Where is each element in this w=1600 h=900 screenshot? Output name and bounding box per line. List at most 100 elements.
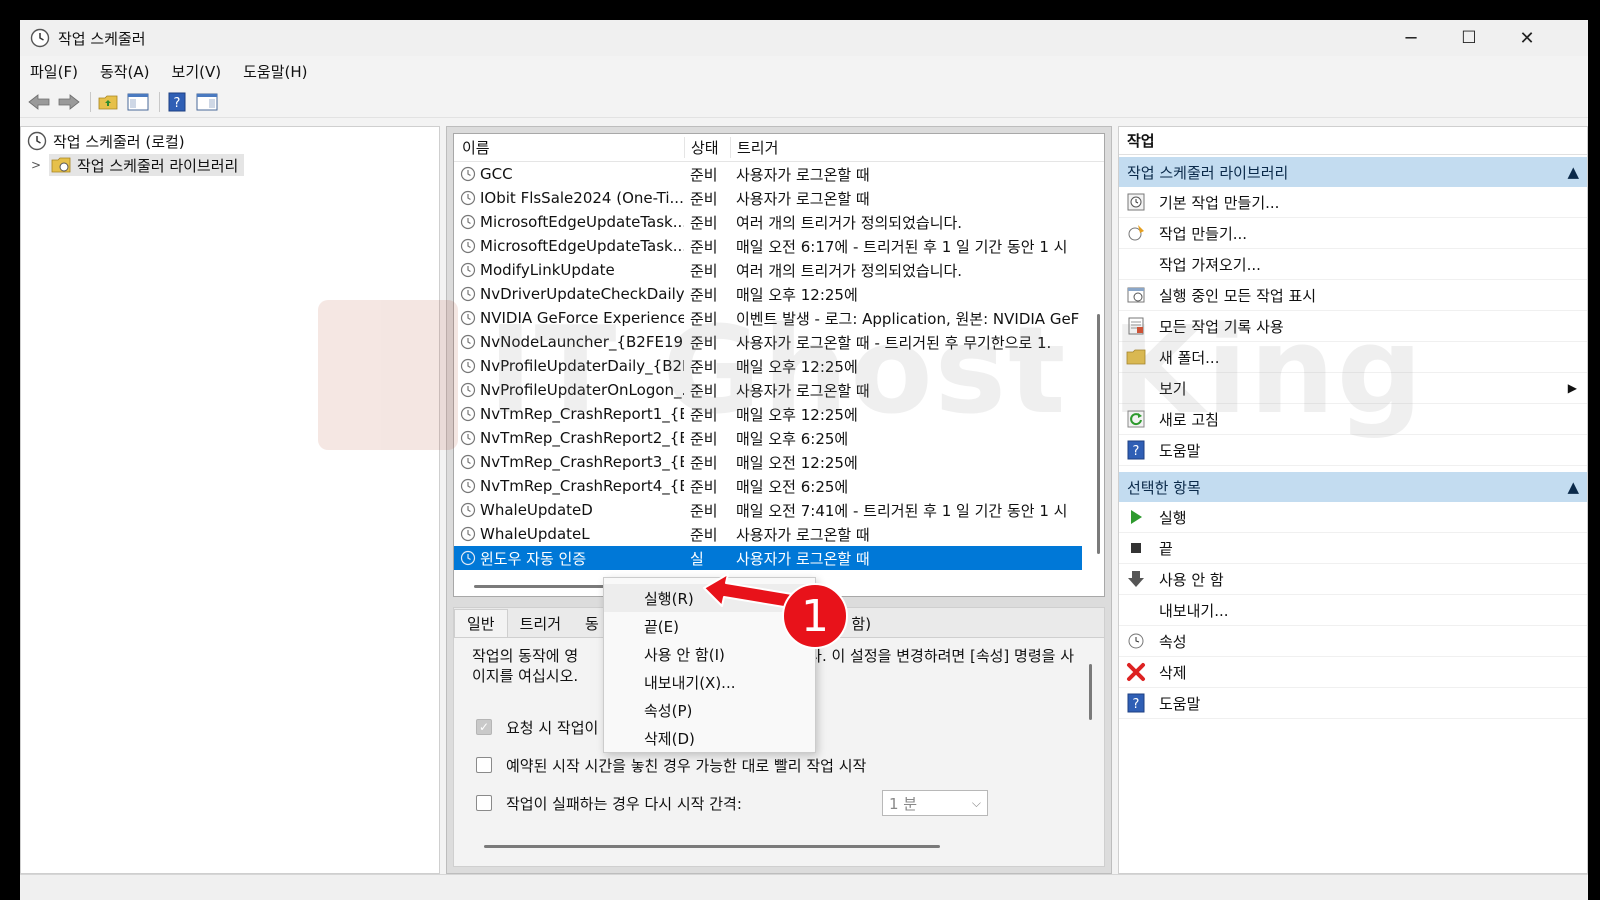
column-header-trigger[interactable]: 트리거 [730,137,1104,158]
setting-restart-on-failure-label: 작업이 실패하는 경우 다시 시작 간격: [506,794,742,813]
action-help-library[interactable]: ? 도움말 [1119,435,1587,466]
minimize-button[interactable]: ─ [1382,20,1440,56]
setting-start-asap[interactable]: 예약된 시작 시간을 놓친 경우 가능한 대로 빨리 작업 시작 [454,752,866,778]
table-row[interactable]: NVIDIA GeForce Experience... 준비 이벤트 발생 - 로… [454,306,1104,330]
section-selected-header[interactable]: 선택한 항목 ▲ [1119,472,1587,502]
cell-name: WhaleUpdateD [454,501,684,519]
column-header-state[interactable]: 상태 [684,137,730,158]
clock-icon [460,358,476,374]
table-row[interactable]: WhaleUpdateD 준비 매일 오전 7:41에 - 트리거된 후 1 일 기… [454,498,1104,522]
checkbox-run-on-demand[interactable]: ✓ [476,719,492,735]
checkbox-start-asap[interactable] [476,757,492,773]
context-menu-delete[interactable]: 삭제(D) [604,724,815,752]
table-row[interactable]: NvProfileUpdaterDaily_{B2F... 준비 매일 오후 12:… [454,354,1104,378]
section-library-title: 작업 스케줄러 라이브러리 [1127,163,1289,182]
table-row[interactable]: ModifyLinkUpdate 준비 여러 개의 트리거가 정의되었습니다. [454,258,1104,282]
action-import-task[interactable]: 작업 가져오기... [1119,249,1587,280]
action-properties[interactable]: 속성 [1119,626,1587,657]
console-tree-icon [127,93,149,110]
toolbar: ? [20,86,1588,118]
basic-task-icon [1125,191,1147,213]
clock-icon [460,406,476,422]
tree-item-root[interactable]: 작업 스케줄러 (로컬) [21,129,439,153]
action-export[interactable]: 내보내기... [1119,595,1587,626]
collapse-up-icon[interactable]: ▲ [1567,478,1579,496]
clock-icon [460,334,476,350]
table-row[interactable]: GCC 준비 사용자가 로그온할 때 [454,162,1104,186]
table-row[interactable]: NvProfileUpdaterOnLogon_... 준비 사용자가 로그온할 때 [454,378,1104,402]
menu-file[interactable]: 파일(F) [30,61,78,82]
show-hide-action-pane-button[interactable] [194,90,220,114]
show-hide-console-tree-button[interactable] [125,90,151,114]
detail-vertical-scrollbar[interactable] [1089,664,1092,720]
table-row[interactable]: IObit FlsSale2024 (One-Ti... 준비 사용자가 로그온할 … [454,186,1104,210]
running-tasks-icon [1125,284,1147,306]
help-icon: ? [1125,692,1147,714]
cell-trigger: 사용자가 로그온할 때 [736,165,870,184]
context-menu-properties[interactable]: 속성(P) [604,696,815,724]
action-create-basic-task[interactable]: 기본 작업 만들기... [1119,187,1587,218]
detail-horizontal-scrollbar[interactable] [484,845,940,848]
play-icon [1125,506,1147,528]
back-button[interactable] [26,90,52,114]
setting-run-on-demand[interactable]: ✓ 요청 시 작업이 [454,714,598,740]
context-menu-disable[interactable]: 사용 안 함(I) [604,640,815,668]
cell-trigger: 매일 오후 12:25에 [736,405,858,424]
table-row[interactable]: NvTmRep_CrashReport4_{B... 준비 매일 오전 6:25에 [454,474,1104,498]
tree-item-library[interactable]: > 작업 스케줄러 라이브러리 [21,153,439,177]
table-row[interactable]: MicrosoftEdgeUpdateTask... 준비 여러 개의 트리거가 정… [454,210,1104,234]
action-create-task[interactable]: 작업 만들기... [1119,218,1587,249]
column-header-name[interactable]: 이름 [454,137,684,158]
tab-triggers[interactable]: 트리거 [508,609,573,637]
action-show-running-tasks[interactable]: 실행 중인 모든 작업 표시 [1119,280,1587,311]
menu-action[interactable]: 동작(A) [100,61,150,82]
menu-view[interactable]: 보기(V) [172,61,222,82]
action-label: 사용 안 함 [1159,570,1224,589]
table-row[interactable]: NvTmRep_CrashReport3_{B... 준비 매일 오전 12:25에 [454,450,1104,474]
forward-button[interactable] [56,90,82,114]
checkbox-restart-on-failure[interactable] [476,795,492,811]
detail-text-b: 다. 이 설정을 변경하려면 [속성] 명령을 사 [808,647,1075,665]
action-label: 작업 만들기... [1159,224,1248,243]
action-run[interactable]: 실행 [1119,502,1587,533]
task-name: WhaleUpdateL [480,525,590,543]
menu-help[interactable]: 도움말(H) [243,61,307,82]
collapse-up-icon[interactable]: ▲ [1567,163,1579,181]
close-button[interactable]: ✕ [1498,20,1556,56]
action-disable[interactable]: 사용 안 함 [1119,564,1587,595]
cell-state: 준비 [690,165,718,184]
submenu-arrow-icon: ▶ [1567,381,1577,395]
tab-general[interactable]: 일반 [454,609,508,637]
table-row[interactable]: NvNodeLauncher_{B2FE19... 준비 사용자가 로그온할 때 -… [454,330,1104,354]
cell-trigger: 여러 개의 트리거가 정의되었습니다. [736,213,963,232]
up-folder-button[interactable] [95,90,121,114]
cell-state: 준비 [690,237,718,256]
action-help-selected[interactable]: ? 도움말 [1119,688,1587,719]
task-name: NvTmRep_CrashReport3_{B... [480,453,684,471]
table-row[interactable]: 윈도우 자동 인증 실 사용자가 로그온할 때 [454,546,1082,570]
status-bar [20,874,1588,900]
table-row[interactable]: NvTmRep_CrashReport2_{B... 준비 매일 오후 6:25에 [454,426,1104,450]
restart-interval-combo[interactable]: 1 분 ⌵ [882,790,988,816]
action-refresh[interactable]: 새로 고침 [1119,404,1587,435]
vertical-scrollbar[interactable] [1097,314,1100,554]
section-library-header[interactable]: 작업 스케줄러 라이브러리 ▲ [1119,157,1587,187]
table-row[interactable]: NvTmRep_CrashReport1_{B... 준비 매일 오후 12:25에 [454,402,1104,426]
action-new-folder[interactable]: 새 폴더... [1119,342,1587,373]
chevron-right-icon[interactable]: > [29,158,43,172]
action-enable-all-history[interactable]: 모든 작업 기록 사용 [1119,311,1587,342]
table-row[interactable]: MicrosoftEdgeUpdateTask... 준비 매일 오전 6:17에 … [454,234,1104,258]
task-name: NvTmRep_CrashReport2_{B... [480,429,684,447]
action-view[interactable]: 보기 ▶ [1119,373,1587,404]
maximize-button[interactable]: ☐ [1440,20,1498,56]
delete-x-icon [1125,661,1147,683]
help-button[interactable]: ? [164,90,190,114]
cell-trigger: 매일 오후 12:25에 [736,285,858,304]
clock-icon [460,262,476,278]
action-end[interactable]: 끝 [1119,533,1587,564]
context-menu-export[interactable]: 내보내기(X)... [604,668,815,696]
action-delete[interactable]: 삭제 [1119,657,1587,688]
table-row[interactable]: NvDriverUpdateCheckDaily... 준비 매일 오후 12:25… [454,282,1104,306]
setting-restart-on-failure[interactable]: 작업이 실패하는 경우 다시 시작 간격: [454,790,742,816]
table-row[interactable]: WhaleUpdateL 준비 사용자가 로그온할 때 [454,522,1104,546]
